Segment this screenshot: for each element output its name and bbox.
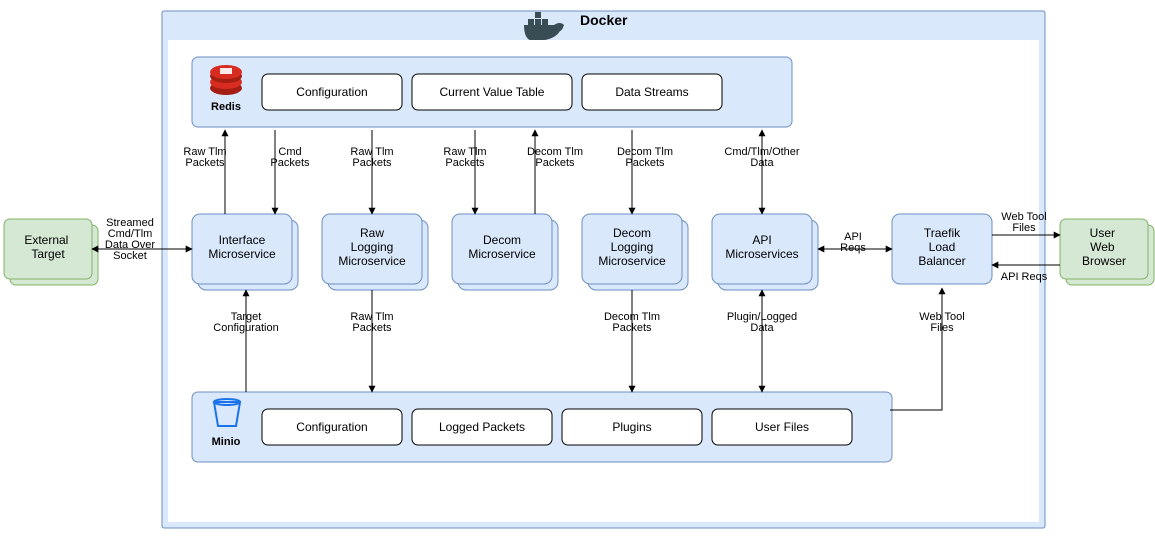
svg-text:Logged Packets: Logged Packets (439, 420, 525, 434)
svg-text:Raw TlmPackets: Raw TlmPackets (183, 146, 226, 169)
svg-text:External Target: External Target (24, 233, 71, 261)
svg-text:StreamedCmd/TlmData OverSocket: StreamedCmd/TlmData OverSocket (105, 217, 155, 262)
external-target-node: External Target (4, 219, 98, 285)
svg-text:User Files: User Files (755, 420, 809, 434)
svg-text:Raw TlmPackets: Raw TlmPackets (443, 146, 486, 169)
redis-label: Redis (211, 101, 241, 113)
svg-text:Raw TlmPackets: Raw TlmPackets (350, 146, 393, 169)
decom-microservice-node: DecomMicroservice (452, 214, 558, 290)
decom-logging-microservice-node: DecomLoggingMicroservice (582, 214, 688, 290)
redis-icon (210, 65, 242, 95)
docker-title: Docker (580, 12, 628, 28)
architecture-diagram: Docker Redis Configuration Current Value… (0, 0, 1155, 538)
svg-text:Configuration: Configuration (296, 85, 367, 99)
api-microservices-node: APIMicroservices (712, 214, 818, 290)
traefik-node: TraefikLoadBalancer (892, 214, 992, 284)
raw-logging-microservice-node: RawLoggingMicroservice (322, 214, 428, 290)
svg-text:Data Streams: Data Streams (615, 85, 688, 99)
svg-text:Raw TlmPackets: Raw TlmPackets (350, 311, 393, 334)
user-browser-node: User Web Browser (1060, 219, 1154, 285)
svg-text:Current Value Table: Current Value Table (440, 85, 545, 99)
svg-text:Plugins: Plugins (612, 420, 651, 434)
svg-text:Configuration: Configuration (296, 420, 367, 434)
interface-microservice-node: InterfaceMicroservice (192, 214, 298, 290)
svg-text:API Reqs: API Reqs (1001, 271, 1048, 283)
minio-label: Minio (212, 436, 241, 448)
